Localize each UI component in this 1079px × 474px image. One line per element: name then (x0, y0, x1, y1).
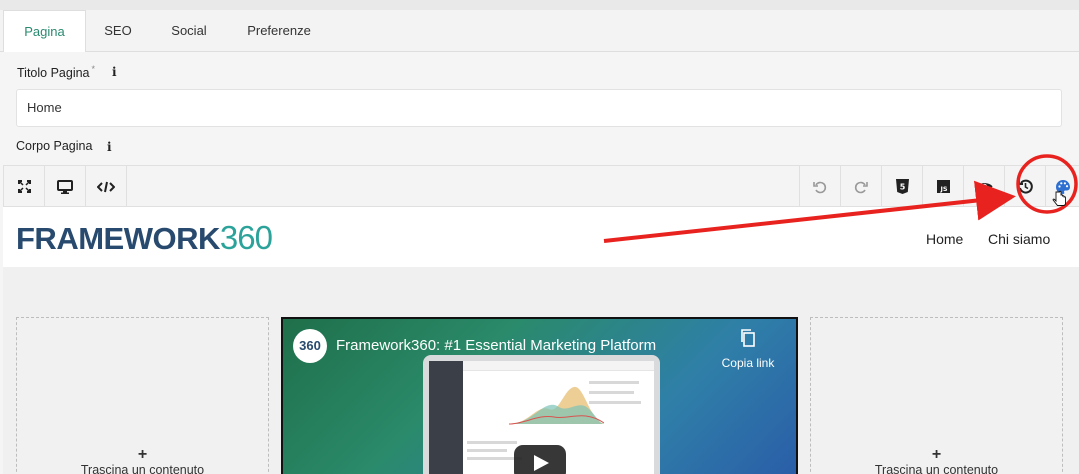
page-preview-canvas[interactable]: FRAMEWORK360 Home Chi siamo + Trascina u… (3, 207, 1079, 474)
add-icon[interactable]: + (811, 446, 1062, 464)
palette-icon[interactable] (1045, 166, 1079, 207)
nav-home[interactable]: Home (926, 231, 963, 247)
video-title[interactable]: Framework360: #1 Essential Marketing Pla… (336, 337, 656, 354)
history-icon[interactable] (1004, 166, 1045, 207)
body-label: Corpo Pagina (16, 139, 93, 153)
title-input[interactable]: Home (16, 89, 1062, 127)
tab-seo[interactable]: SEO (92, 10, 144, 52)
html5-number: 5 (899, 183, 905, 192)
tab-bar: Pagina SEO Social Preferenze (0, 10, 1079, 53)
dropzone-text: Trascina un contenuto (874, 463, 999, 474)
eye-icon[interactable] (963, 166, 1004, 207)
title-label: Titolo Pagina * (17, 64, 96, 81)
undo-icon[interactable] (799, 166, 840, 207)
site-logo: FRAMEWORK360 (16, 219, 273, 256)
copy-icon (741, 329, 755, 347)
tab-preferenze[interactable]: Preferenze (236, 10, 322, 52)
js-icon[interactable]: JS (922, 166, 963, 207)
info-icon[interactable]: i (112, 65, 117, 79)
html5-icon[interactable]: 5 (881, 166, 922, 207)
video-embed[interactable]: 360 Framework360: #1 Essential Marketing… (281, 317, 798, 474)
desktop-icon[interactable] (45, 166, 86, 207)
copy-link-label: Copia link (721, 356, 775, 370)
nav-chi-siamo[interactable]: Chi siamo (988, 231, 1050, 247)
add-icon[interactable]: + (17, 446, 268, 464)
dropzone-left[interactable]: + Trascina un contenuto (16, 317, 269, 474)
channel-avatar[interactable]: 360 (293, 329, 327, 363)
play-button[interactable] (514, 445, 566, 474)
site-header: FRAMEWORK360 Home Chi siamo (3, 207, 1079, 267)
info-icon[interactable]: i (107, 140, 112, 154)
dropzone-right[interactable]: + Trascina un contenuto (810, 317, 1063, 474)
code-icon[interactable] (86, 166, 127, 207)
editor-toolbar: 5 JS (3, 165, 1079, 207)
fullscreen-icon[interactable] (4, 166, 45, 207)
top-strip (0, 0, 1079, 10)
copy-link-button[interactable]: Copia link (718, 329, 778, 370)
tab-pagina[interactable]: Pagina (3, 10, 86, 53)
redo-icon[interactable] (840, 166, 881, 207)
page-form-panel: Titolo Pagina * i Home Corpo Pagina i 5 J… (0, 52, 1079, 474)
dropzone-text: Trascina un contenuto (80, 463, 205, 474)
tab-social[interactable]: Social (160, 10, 218, 52)
js-label: JS (939, 185, 947, 193)
